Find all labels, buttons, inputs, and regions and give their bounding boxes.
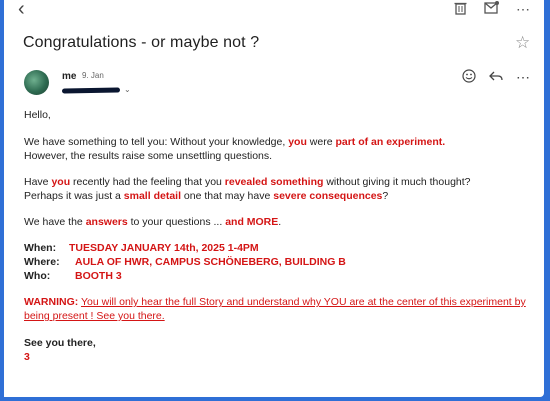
paragraph-3: We have the answers to your questions ..… xyxy=(24,215,539,229)
more-icon[interactable]: ⋯ xyxy=(516,1,530,17)
detail-label: Where: xyxy=(24,256,60,268)
text: ? xyxy=(382,190,389,202)
text: one that may have xyxy=(181,190,274,202)
text: . xyxy=(278,216,282,228)
detail-value: TUESDAY JANUARY 14th, 2025 1-4PM xyxy=(69,242,259,254)
highlight: answers xyxy=(85,216,128,228)
email-body: Hello, We have something to tell you: Wi… xyxy=(24,108,539,364)
text: were xyxy=(306,136,336,148)
emoji-icon[interactable] xyxy=(462,69,476,86)
message-more-icon[interactable]: ⋯ xyxy=(516,69,530,85)
back-arrow-icon[interactable]: ‹ xyxy=(18,0,25,19)
text: We have something to tell you: Without y… xyxy=(24,136,289,148)
text: Have xyxy=(24,176,52,188)
highlight: revealed something xyxy=(224,176,324,188)
event-details: When: TUESDAY JANUARY 14th, 2025 1-4PM W… xyxy=(24,241,539,283)
avatar[interactable] xyxy=(24,70,49,95)
trash-icon[interactable] xyxy=(454,1,467,18)
detail-when: When: TUESDAY JANUARY 14th, 2025 1-4PM xyxy=(24,241,539,255)
highlight: you xyxy=(288,136,307,148)
email-date: 9. Jan xyxy=(82,71,104,80)
email-subject: Congratulations - or maybe not ? xyxy=(23,34,260,51)
detail-value: BOOTH 3 xyxy=(75,270,122,282)
detail-value: AULA OF HWR, CAMPUS SCHÖNEBERG, BUILDING… xyxy=(75,256,346,268)
reply-icon[interactable] xyxy=(489,69,503,85)
warning: WARNING: You will only hear the full Sto… xyxy=(24,295,539,323)
warning-label: WARNING: xyxy=(24,296,79,308)
chevron-down-icon[interactable]: ⌄ xyxy=(124,85,131,94)
highlight: severe consequences xyxy=(273,190,383,202)
detail-who: Who: BOOTH 3 xyxy=(24,269,539,283)
signoff: See you there, xyxy=(24,337,96,349)
text: without giving it much thought? xyxy=(323,176,471,188)
highlight: part of an experiment. xyxy=(335,136,446,148)
highlight: small detail xyxy=(123,190,181,202)
greeting: Hello, xyxy=(24,109,51,121)
warning-text: You will only hear the full Story and un… xyxy=(24,296,526,322)
detail-where: Where: AULA OF HWR, CAMPUS SCHÖNEBERG, B… xyxy=(24,255,539,269)
highlight: and MORE xyxy=(225,216,279,228)
text: We have the xyxy=(24,216,86,228)
top-toolbar: ‹ ⋯ xyxy=(4,0,544,22)
paragraph-1: We have something to tell you: Without y… xyxy=(24,135,539,163)
star-icon[interactable]: ☆ xyxy=(515,33,530,53)
email-view: ‹ ⋯ Congratulations - or maybe not ? ☆ m… xyxy=(4,0,544,397)
signature: 3 xyxy=(24,351,30,363)
text: to your questions ... xyxy=(127,216,226,228)
text: Perhaps it was just a xyxy=(24,190,124,202)
redacted-recipient xyxy=(61,87,121,94)
sender-name: me xyxy=(62,71,77,82)
text: recently had the feeling that you xyxy=(70,176,225,188)
detail-label: When: xyxy=(24,242,57,254)
highlight: you xyxy=(51,176,71,188)
text: However, the results raise some unsettli… xyxy=(24,150,273,162)
mail-icon[interactable] xyxy=(484,1,499,17)
paragraph-2: Have you recently had the feeling that y… xyxy=(24,175,539,203)
detail-label: Who: xyxy=(24,270,51,282)
